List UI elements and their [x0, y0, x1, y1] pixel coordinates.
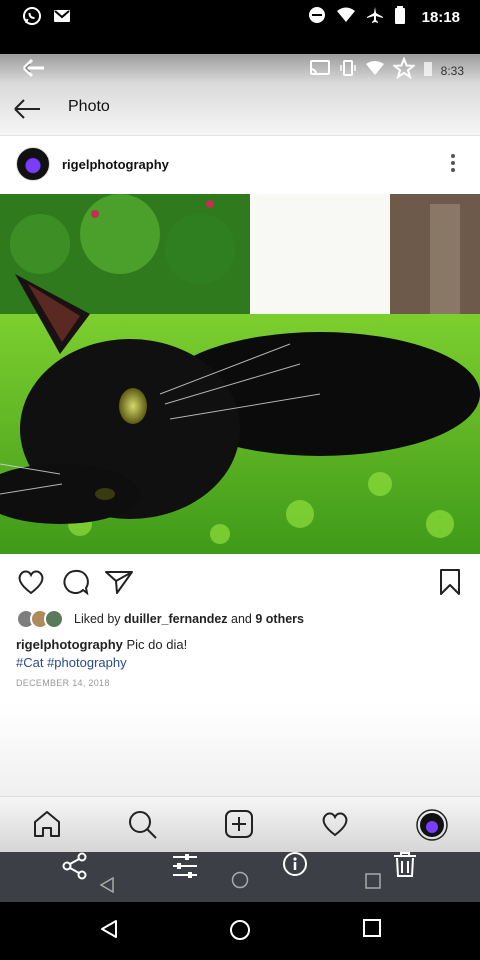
battery-icon	[423, 60, 433, 81]
system-navigation-bar	[0, 902, 480, 960]
airplane-icon	[366, 6, 384, 29]
likes-text: Liked by duiller_fernandez and 9 others	[74, 612, 305, 626]
viewer-back-icon[interactable]	[20, 56, 48, 85]
wifi-icon	[336, 6, 356, 29]
vibrate-icon	[339, 59, 357, 82]
liker-avatars	[16, 609, 64, 629]
info-icon[interactable]	[280, 852, 310, 885]
status-time: 18:18	[421, 9, 460, 26]
caption-username[interactable]: rigelphotography	[16, 637, 123, 652]
liked-by-user[interactable]: duiller_fernandez	[124, 612, 228, 626]
home-nav-ghost-icon	[230, 870, 250, 895]
profile-avatar[interactable]	[416, 809, 448, 846]
heart-icon[interactable]	[320, 810, 350, 843]
cast-icon	[309, 59, 331, 82]
back-nav-ghost-icon	[98, 876, 116, 899]
status-bar: 18:18	[0, 0, 480, 34]
liked-by-count[interactable]: 9 others	[255, 612, 304, 626]
avatar[interactable]	[16, 147, 50, 181]
background-fade	[0, 704, 480, 804]
likes-summary[interactable]: Liked by duiller_fernandez and 9 others	[16, 607, 304, 631]
more-options-icon[interactable]	[450, 153, 456, 178]
post-actions	[0, 562, 480, 602]
share-icon[interactable]	[60, 852, 90, 885]
battery-icon	[394, 6, 406, 29]
back-icon[interactable]	[98, 918, 120, 945]
gmail-icon	[52, 6, 72, 31]
post-caption: rigelphotography Pic do dia!	[16, 637, 187, 652]
delete-icon[interactable]	[392, 852, 418, 885]
comment-icon[interactable]	[60, 568, 90, 601]
search-icon[interactable]	[128, 810, 158, 845]
star-icon	[391, 56, 416, 84]
recents-nav-ghost-icon	[364, 872, 382, 895]
bottom-navigation	[0, 796, 480, 852]
caption-text: Pic do dia!	[122, 637, 188, 652]
divider	[0, 34, 480, 54]
send-icon[interactable]	[104, 568, 136, 601]
overlay-action-bar	[0, 852, 480, 902]
back-arrow-icon[interactable]	[12, 97, 42, 126]
bookmark-icon[interactable]	[438, 568, 462, 601]
post-photo[interactable]	[0, 194, 480, 554]
add-icon[interactable]	[224, 810, 254, 843]
home-icon[interactable]	[32, 810, 62, 843]
app-screen: 8:33 Photo rigelphotography Liked by dui…	[0, 54, 480, 852]
page-header: Photo	[0, 82, 480, 136]
edit-icon[interactable]	[170, 852, 200, 885]
home-button-icon[interactable]	[228, 918, 252, 947]
viewer-bar: 8:33	[0, 54, 480, 82]
post-date: DECEMBER 14, 2018	[16, 678, 110, 688]
wifi-icon	[365, 60, 385, 81]
post-hashtags[interactable]: #Cat #photography	[16, 655, 127, 670]
whatsapp-icon	[22, 6, 42, 31]
post-username[interactable]: rigelphotography	[62, 157, 169, 172]
page-title: Photo	[68, 98, 110, 115]
post-header: rigelphotography	[0, 137, 480, 193]
do-not-disturb-icon	[308, 6, 326, 29]
recents-icon[interactable]	[362, 918, 382, 943]
heart-icon[interactable]	[16, 568, 46, 601]
viewer-time: 8:33	[440, 63, 464, 78]
